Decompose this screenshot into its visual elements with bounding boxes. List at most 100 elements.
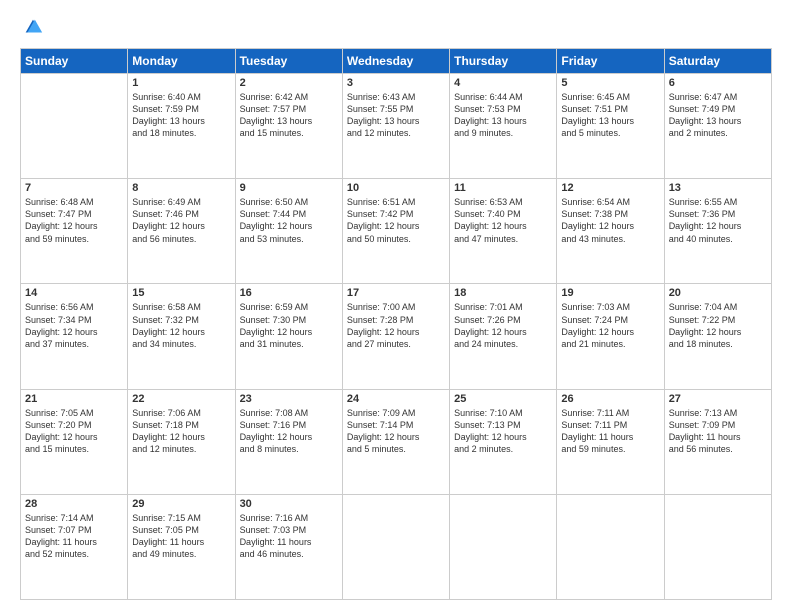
day-info: Sunrise: 7:06 AM Sunset: 7:18 PM Dayligh… [132,407,230,456]
day-info: Sunrise: 7:11 AM Sunset: 7:11 PM Dayligh… [561,407,659,456]
calendar-table: SundayMondayTuesdayWednesdayThursdayFrid… [20,48,772,600]
day-info: Sunrise: 7:04 AM Sunset: 7:22 PM Dayligh… [669,301,767,350]
calendar-cell: 15 Sunrise: 6:58 AM Sunset: 7:32 PM Dayli… [128,284,235,389]
day-number: 30 [240,498,338,510]
calendar-cell: 19 Sunrise: 7:03 AM Sunset: 7:24 PM Dayli… [557,284,664,389]
day-number: 16 [240,287,338,299]
calendar-cell: 6 Sunrise: 6:47 AM Sunset: 7:49 PM Daylig… [664,74,771,179]
calendar-cell: 12 Sunrise: 6:54 AM Sunset: 7:38 PM Dayli… [557,179,664,284]
day-info: Sunrise: 7:08 AM Sunset: 7:16 PM Dayligh… [240,407,338,456]
day-info: Sunrise: 7:00 AM Sunset: 7:28 PM Dayligh… [347,301,445,350]
day-info: Sunrise: 7:15 AM Sunset: 7:05 PM Dayligh… [132,512,230,561]
day-info: Sunrise: 7:16 AM Sunset: 7:03 PM Dayligh… [240,512,338,561]
day-number: 15 [132,287,230,299]
day-number: 21 [25,393,123,405]
day-number: 4 [454,77,552,89]
day-number: 8 [132,182,230,194]
calendar-cell: 24 Sunrise: 7:09 AM Sunset: 7:14 PM Dayli… [342,389,449,494]
day-info: Sunrise: 6:47 AM Sunset: 7:49 PM Dayligh… [669,91,767,140]
week-row-0: 1 Sunrise: 6:40 AM Sunset: 7:59 PM Daylig… [21,74,772,179]
day-info: Sunrise: 6:49 AM Sunset: 7:46 PM Dayligh… [132,196,230,245]
day-number: 11 [454,182,552,194]
header [20,16,772,40]
calendar-cell [21,74,128,179]
day-info: Sunrise: 6:42 AM Sunset: 7:57 PM Dayligh… [240,91,338,140]
day-number: 10 [347,182,445,194]
day-info: Sunrise: 6:54 AM Sunset: 7:38 PM Dayligh… [561,196,659,245]
calendar-cell: 9Sunrise: 6:50 AM Sunset: 7:44 PM Daylig… [235,179,342,284]
day-info: Sunrise: 6:55 AM Sunset: 7:36 PM Dayligh… [669,196,767,245]
logo-icon [22,16,44,38]
day-number: 3 [347,77,445,89]
day-number: 7 [25,182,123,194]
day-number: 1 [132,77,230,89]
calendar-cell: 5Sunrise: 6:45 AM Sunset: 7:51 PM Daylig… [557,74,664,179]
weekday-header-thursday: Thursday [450,49,557,74]
day-info: Sunrise: 6:56 AM Sunset: 7:34 PM Dayligh… [25,301,123,350]
day-number: 19 [561,287,659,299]
week-row-4: 28 Sunrise: 7:14 AM Sunset: 7:07 PM Dayli… [21,494,772,599]
calendar-cell: 16 Sunrise: 6:59 AM Sunset: 7:30 PM Dayli… [235,284,342,389]
day-number: 27 [669,393,767,405]
day-info: Sunrise: 6:40 AM Sunset: 7:59 PM Dayligh… [132,91,230,140]
calendar-cell: 7 Sunrise: 6:48 AM Sunset: 7:47 PM Daylig… [21,179,128,284]
day-info: Sunrise: 6:43 AM Sunset: 7:55 PM Dayligh… [347,91,445,140]
day-info: Sunrise: 6:53 AM Sunset: 7:40 PM Dayligh… [454,196,552,245]
day-number: 23 [240,393,338,405]
week-row-1: 7 Sunrise: 6:48 AM Sunset: 7:47 PM Daylig… [21,179,772,284]
day-number: 20 [669,287,767,299]
day-number: 6 [669,77,767,89]
weekday-header-friday: Friday [557,49,664,74]
calendar-cell: 23 Sunrise: 7:08 AM Sunset: 7:16 PM Dayli… [235,389,342,494]
day-info: Sunrise: 7:13 AM Sunset: 7:09 PM Dayligh… [669,407,767,456]
weekday-header-sunday: Sunday [21,49,128,74]
day-info: Sunrise: 6:58 AM Sunset: 7:32 PM Dayligh… [132,301,230,350]
day-info: Sunrise: 6:44 AM Sunset: 7:53 PM Dayligh… [454,91,552,140]
calendar-cell [664,494,771,599]
calendar-cell: 13 Sunrise: 6:55 AM Sunset: 7:36 PM Dayli… [664,179,771,284]
calendar-cell: 25 Sunrise: 7:10 AM Sunset: 7:13 PM Dayli… [450,389,557,494]
week-row-3: 21 Sunrise: 7:05 AM Sunset: 7:20 PM Dayli… [21,389,772,494]
weekday-header-saturday: Saturday [664,49,771,74]
day-info: Sunrise: 6:48 AM Sunset: 7:47 PM Dayligh… [25,196,123,245]
day-info: Sunrise: 7:14 AM Sunset: 7:07 PM Dayligh… [25,512,123,561]
weekday-header-monday: Monday [128,49,235,74]
calendar-cell: 26 Sunrise: 7:11 AM Sunset: 7:11 PM Dayli… [557,389,664,494]
day-number: 9 [240,182,338,194]
day-info: Sunrise: 6:51 AM Sunset: 7:42 PM Dayligh… [347,196,445,245]
day-number: 28 [25,498,123,510]
calendar-cell: 1 Sunrise: 6:40 AM Sunset: 7:59 PM Daylig… [128,74,235,179]
day-number: 17 [347,287,445,299]
day-number: 18 [454,287,552,299]
calendar-cell: 11 Sunrise: 6:53 AM Sunset: 7:40 PM Dayli… [450,179,557,284]
weekday-header-row: SundayMondayTuesdayWednesdayThursdayFrid… [21,49,772,74]
day-number: 14 [25,287,123,299]
day-info: Sunrise: 6:45 AM Sunset: 7:51 PM Dayligh… [561,91,659,140]
calendar-cell: 28 Sunrise: 7:14 AM Sunset: 7:07 PM Dayli… [21,494,128,599]
calendar-cell: 14 Sunrise: 6:56 AM Sunset: 7:34 PM Dayli… [21,284,128,389]
logo [20,16,44,40]
weekday-header-wednesday: Wednesday [342,49,449,74]
calendar-cell [557,494,664,599]
calendar-cell: 10 Sunrise: 6:51 AM Sunset: 7:42 PM Dayli… [342,179,449,284]
page: SundayMondayTuesdayWednesdayThursdayFrid… [0,0,792,612]
calendar-cell: 22 Sunrise: 7:06 AM Sunset: 7:18 PM Dayli… [128,389,235,494]
day-info: Sunrise: 7:09 AM Sunset: 7:14 PM Dayligh… [347,407,445,456]
day-number: 22 [132,393,230,405]
day-info: Sunrise: 7:03 AM Sunset: 7:24 PM Dayligh… [561,301,659,350]
calendar-cell: 21 Sunrise: 7:05 AM Sunset: 7:20 PM Dayli… [21,389,128,494]
weekday-header-tuesday: Tuesday [235,49,342,74]
calendar-cell: 18Sunrise: 7:01 AM Sunset: 7:26 PM Dayli… [450,284,557,389]
day-number: 24 [347,393,445,405]
day-info: Sunrise: 7:05 AM Sunset: 7:20 PM Dayligh… [25,407,123,456]
day-info: Sunrise: 7:10 AM Sunset: 7:13 PM Dayligh… [454,407,552,456]
day-number: 12 [561,182,659,194]
day-number: 25 [454,393,552,405]
calendar-cell: 8 Sunrise: 6:49 AM Sunset: 7:46 PM Daylig… [128,179,235,284]
day-number: 13 [669,182,767,194]
calendar-cell: 17 Sunrise: 7:00 AM Sunset: 7:28 PM Dayli… [342,284,449,389]
calendar-cell: 30 Sunrise: 7:16 AM Sunset: 7:03 PM Dayli… [235,494,342,599]
day-info: Sunrise: 6:59 AM Sunset: 7:30 PM Dayligh… [240,301,338,350]
calendar-cell: 27 Sunrise: 7:13 AM Sunset: 7:09 PM Dayli… [664,389,771,494]
day-number: 26 [561,393,659,405]
